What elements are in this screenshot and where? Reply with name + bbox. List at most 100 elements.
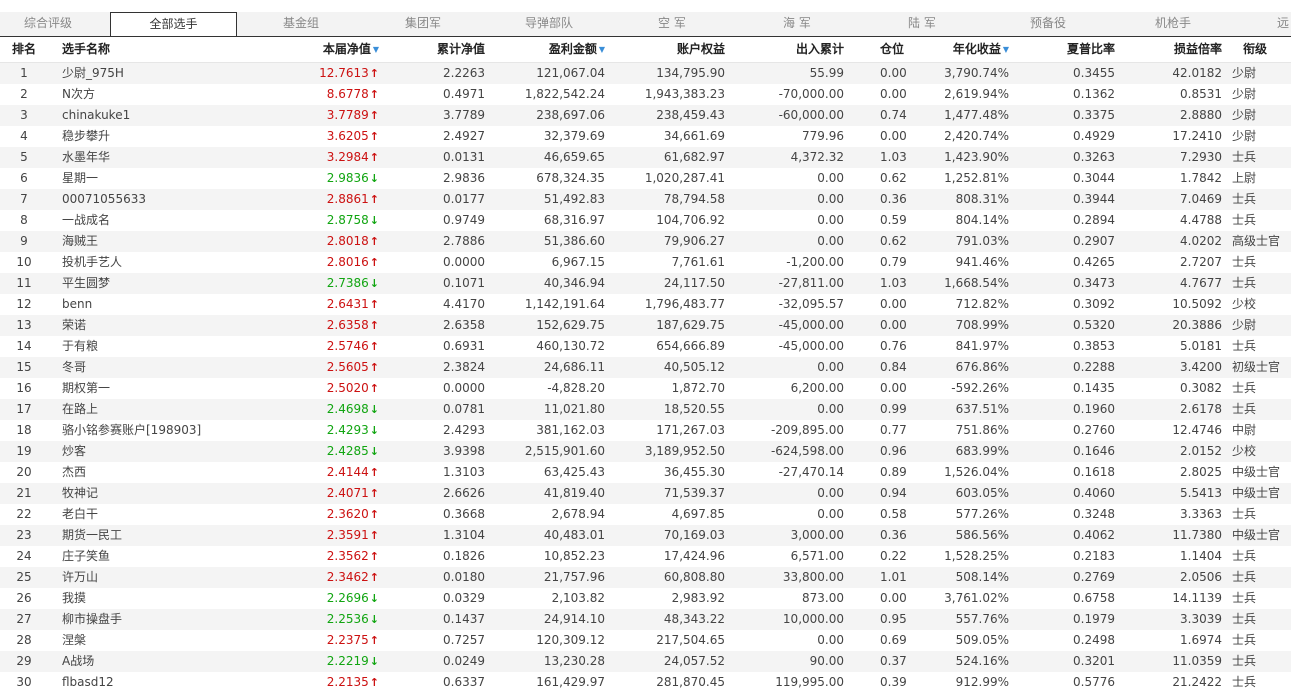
cell-player-name[interactable]: 期货一民工: [62, 525, 122, 546]
table-row[interactable]: 23 期货一民工 1.3104 40,483.01 70,169.03 3,000.00 0…: [0, 525, 1291, 546]
tab-fund-group[interactable]: 基金组: [283, 12, 319, 36]
table-row[interactable]: 7 00071055633 0.0177 51,492.83 78,794.58 0.00…: [0, 189, 1291, 210]
tab-reserve[interactable]: 预备役: [1030, 12, 1066, 36]
cell-player-name[interactable]: 许万山: [62, 567, 98, 588]
cell-annual: 1,526.04%: [944, 465, 1009, 479]
cell-pl-ratio: 21.2422: [1172, 675, 1222, 689]
tab-group-army[interactable]: 集团军: [405, 12, 441, 36]
cell-profit: 238,697.06: [536, 108, 605, 122]
tab-machine-gunner[interactable]: 机枪手: [1155, 12, 1191, 36]
cell-position: 0.00: [880, 381, 907, 395]
cell-player-name[interactable]: A战场: [62, 651, 94, 672]
table-row[interactable]: 3 chinakuke1 3.7789 238,697.06 238,459.43 -60…: [0, 105, 1291, 126]
cell-player-name[interactable]: 我摸: [62, 588, 86, 609]
table-row[interactable]: 2 N次方 0.4971 1,822,542.24 1,943,383.23 -70,00…: [0, 84, 1291, 105]
cell-player-name[interactable]: 骆小铭参赛账户[198903]: [62, 420, 201, 441]
table-row[interactable]: 10 投机手艺人 0.0000 6,967.15 7,761.61 -1,200.00 0.…: [0, 252, 1291, 273]
cell-player-name[interactable]: 一战成名: [62, 210, 110, 231]
table-row[interactable]: 6 星期一 2.9836 678,324.35 1,020,287.41 0.00 0.62…: [0, 168, 1291, 189]
cell-player-name[interactable]: 平生圆梦: [62, 273, 110, 294]
tab-navy[interactable]: 海 军: [783, 12, 811, 36]
cell-player-name[interactable]: 星期一: [62, 168, 98, 189]
table-row[interactable]: 14 于有粮 0.6931 460,130.72 654,666.89 -45,000.0…: [0, 336, 1291, 357]
cell-nav-value: 2.2696: [326, 591, 369, 605]
header-nav[interactable]: 本届净值 ▼: [323, 37, 379, 62]
table-row[interactable]: 17 在路上 0.0781 11,021.80 18,520.55 0.00 0.99 637…: [0, 399, 1291, 420]
cell-player-name[interactable]: chinakuke1: [62, 105, 130, 126]
table-row[interactable]: 16 期权第一 0.0000 -4,828.20 1,872.70 6,200.00 0.0…: [0, 378, 1291, 399]
table-row[interactable]: 28 涅槃 0.7257 120,309.12 217,504.65 0.00 0.69 50…: [0, 630, 1291, 651]
cell-player-name[interactable]: 在路上: [62, 399, 98, 420]
header-cum-nav[interactable]: 累计净值: [437, 37, 485, 62]
header-equity[interactable]: 账户权益: [677, 37, 725, 62]
cell-player-name[interactable]: 牧神记: [62, 483, 98, 504]
table-row[interactable]: 19 炒客 3.9398 2,515,901.60 3,189,952.50 -624,5…: [0, 441, 1291, 462]
cell-player-name[interactable]: 炒客: [62, 441, 86, 462]
cell-player-name[interactable]: 庄子笑鱼: [62, 546, 110, 567]
table-row[interactable]: 5 水墨年华 0.0131 46,659.65 61,682.97 4,372.32 1.0…: [0, 147, 1291, 168]
table-row[interactable]: 12 benn 4.4170 1,142,191.64 1,796,483.77 -32,…: [0, 294, 1291, 315]
tab-more[interactable]: 远: [1277, 12, 1289, 36]
table-row[interactable]: 11 平生圆梦 0.1071 40,346.94 24,117.50 -27,811.00…: [0, 273, 1291, 294]
tab-composite[interactable]: 综合评级: [24, 12, 72, 36]
cell-player-name[interactable]: 海贼王: [62, 231, 98, 252]
cell-player-name[interactable]: 水墨年华: [62, 147, 110, 168]
header-pl-ratio[interactable]: 损益倍率: [1174, 37, 1222, 62]
sort-desc-icon[interactable]: ▼: [373, 45, 379, 54]
cell-player-name[interactable]: 荣诺: [62, 315, 86, 336]
tab-army[interactable]: 陆 军: [908, 12, 936, 36]
cell-player-name[interactable]: 少尉_975H: [62, 63, 124, 84]
cell-pl-ratio: 0.8531: [1180, 87, 1222, 101]
table-row[interactable]: 30 flbasd12 0.6337 161,429.97 281,870.45 119,…: [0, 672, 1291, 693]
header-profit[interactable]: 盈利金额 ▼: [549, 37, 605, 62]
cell-player-name[interactable]: benn: [62, 294, 92, 315]
table-row[interactable]: 20 杰西 1.3103 63,425.43 36,455.30 -27,470.14 0.…: [0, 462, 1291, 483]
arrow-up-icon: ↑: [369, 67, 379, 80]
cell-player-name[interactable]: N次方: [62, 84, 95, 105]
cell-player-name[interactable]: 冬哥: [62, 357, 86, 378]
cell-player-name[interactable]: 于有粮: [62, 336, 98, 357]
cell-rank: 16: [16, 381, 32, 395]
table-row[interactable]: 9 海贼王 2.7886 51,386.60 79,906.27 0.00 0.62 791.…: [0, 231, 1291, 252]
header-position[interactable]: 仓位: [880, 37, 904, 62]
cell-nav: 2.3591↑: [327, 525, 379, 546]
cell-player-name[interactable]: 稳步攀升: [62, 126, 110, 147]
cell-nav-value: 2.3591: [326, 528, 369, 542]
tab-all-players[interactable]: 全部选手: [110, 12, 237, 36]
table-row[interactable]: 26 我摸 0.0329 2,103.82 2,983.92 873.00 0.00 3,76…: [0, 588, 1291, 609]
sort-desc-icon[interactable]: ▼: [599, 45, 605, 54]
table-row[interactable]: 27 柳市操盘手 0.1437 24,914.10 48,343.22 10,000.00…: [0, 609, 1291, 630]
cell-player-name[interactable]: flbasd12: [62, 672, 114, 693]
table-row[interactable]: 13 荣诺 2.6358 152,629.75 187,629.75 -45,000.00…: [0, 315, 1291, 336]
table-row[interactable]: 15 冬哥 2.3824 24,686.11 40,505.12 0.00 0.84 676.…: [0, 357, 1291, 378]
table-row[interactable]: 21 牧神记 2.6626 41,819.40 71,539.37 0.00 0.94 603…: [0, 483, 1291, 504]
header-sharpe[interactable]: 夏普比率: [1067, 37, 1115, 62]
cell-nav-value: 2.9836: [326, 171, 369, 185]
cell-player-name[interactable]: 柳市操盘手: [62, 609, 122, 630]
cell-nav-value: 2.6358: [326, 318, 369, 332]
tab-air-force[interactable]: 空 军: [658, 12, 686, 36]
table-row[interactable]: 24 庄子笑鱼 0.1826 10,852.23 17,424.96 6,571.00 0.…: [0, 546, 1291, 567]
table-row[interactable]: 8 一战成名 0.9749 68,316.97 104,706.92 0.00 0.59 80…: [0, 210, 1291, 231]
sort-desc-icon[interactable]: ▼: [1003, 45, 1009, 54]
cell-pl-ratio: 11.0359: [1172, 654, 1222, 668]
cell-rank: 17: [16, 402, 32, 416]
cell-player-name[interactable]: 期权第一: [62, 378, 110, 399]
cell-player-name[interactable]: 00071055633: [62, 189, 146, 210]
cell-cum-nav: 2.6626: [443, 486, 485, 500]
cell-position: 0.62: [880, 171, 907, 185]
header-annual[interactable]: 年化收益 ▼: [953, 37, 1009, 62]
table-row[interactable]: 1 少尉_975H 2.2263 121,067.04 134,795.90 55.99 0…: [0, 63, 1291, 84]
cell-player-name[interactable]: 涅槃: [62, 630, 86, 651]
table-row[interactable]: 29 A战场 0.0249 13,230.28 24,057.52 90.00 0.37 52…: [0, 651, 1291, 672]
table-row[interactable]: 4 稳步攀升 2.4927 32,379.69 34,661.69 779.96 0.00 2…: [0, 126, 1291, 147]
table-row[interactable]: 22 老白干 0.3668 2,678.94 4,697.85 0.00 0.58 577.2…: [0, 504, 1291, 525]
cell-player-name[interactable]: 投机手艺人: [62, 252, 122, 273]
cell-nav: 2.6431↑: [327, 294, 379, 315]
header-inout[interactable]: 出入累计: [796, 37, 844, 62]
cell-player-name[interactable]: 杰西: [62, 462, 86, 483]
cell-player-name[interactable]: 老白干: [62, 504, 98, 525]
tab-missile-force[interactable]: 导弹部队: [525, 12, 573, 36]
table-row[interactable]: 18 骆小铭参赛账户[198903] 2.4293 381,162.03 171,267…: [0, 420, 1291, 441]
table-row[interactable]: 25 许万山 0.0180 21,757.96 60,808.80 33,800.00 1.…: [0, 567, 1291, 588]
